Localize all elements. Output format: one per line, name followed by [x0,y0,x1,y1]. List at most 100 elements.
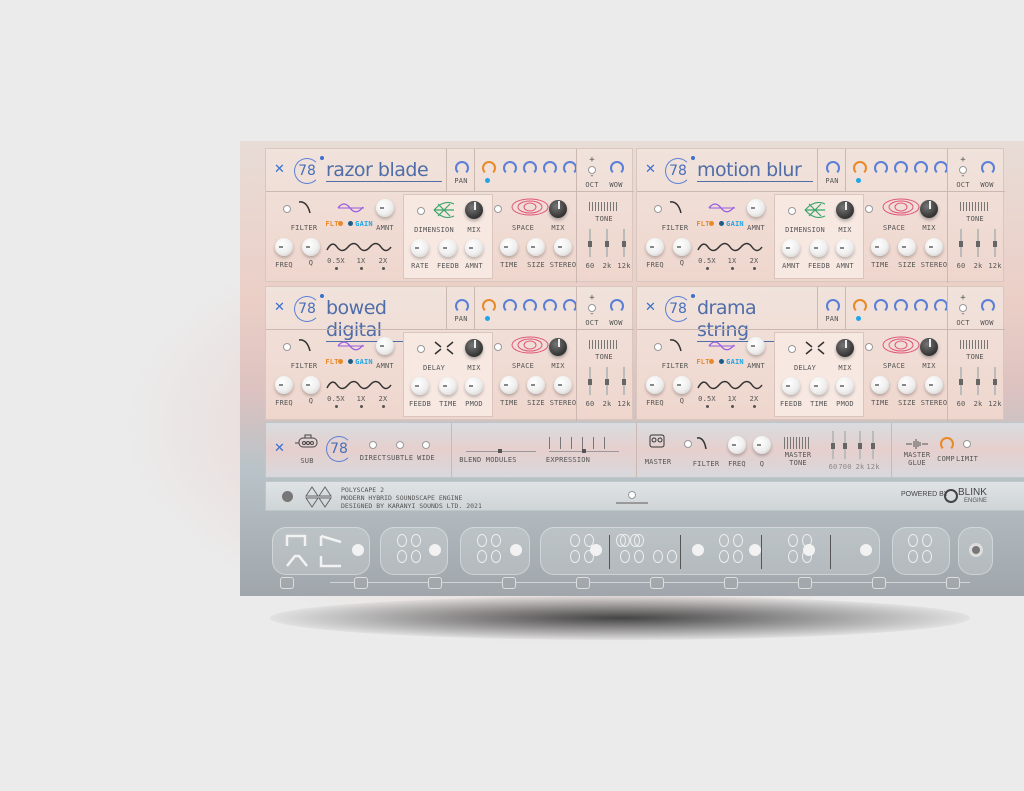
remove-module-button[interactable]: ✕ [645,300,656,315]
mod-knob-3[interactable] [894,299,908,313]
mod-knob-5[interactable] [563,299,577,313]
filter-toggle[interactable] [654,205,662,213]
routing-port[interactable] [411,550,421,563]
eq-slider[interactable] [871,431,875,459]
sub-voice-badge[interactable]: 78 [326,436,352,462]
mod-knob-3[interactable] [894,161,908,175]
routing-port[interactable] [570,550,580,563]
mod-knob-4[interactable] [914,299,928,313]
voice-count-badge[interactable]: 78 [665,296,691,322]
rate-option[interactable]: 0.5X [327,257,345,265]
routing-port[interactable] [922,534,932,547]
routing-port[interactable] [733,534,743,547]
fx-b-mix-knob[interactable] [549,338,567,356]
rate-option[interactable]: 2X [379,395,388,403]
fx-b-knob[interactable] [871,238,889,256]
flt-label[interactable]: FLT [696,358,709,366]
remove-module-button[interactable]: ✕ [274,162,285,177]
filter-toggle[interactable] [654,343,662,351]
gain-label[interactable]: GAIN [726,220,744,228]
tone-slider[interactable] [588,229,592,257]
voice-count-badge[interactable]: 78 [665,158,691,184]
routing-port[interactable] [667,550,677,563]
routing-node[interactable] [749,544,761,556]
routing-port[interactable] [908,534,918,547]
fx-b-knob[interactable] [554,376,572,394]
routing-node[interactable] [429,544,441,556]
freq-knob[interactable] [275,238,293,256]
mode-radio[interactable] [369,441,377,449]
mod-knob-1[interactable] [853,161,867,175]
routing-node[interactable] [510,544,522,556]
fx-a-knob[interactable] [439,239,457,257]
routing-slot-5[interactable] [892,527,950,575]
mod-knob-2[interactable] [503,299,517,313]
routing-port[interactable] [653,550,663,563]
module-name[interactable]: razor blade [326,159,442,182]
mod-knob-1[interactable] [482,161,496,175]
mod-knob-4[interactable] [914,161,928,175]
rate-option[interactable]: 0.5X [327,395,345,403]
output-node[interactable] [969,543,983,557]
fx-a-mix-knob[interactable] [465,201,483,219]
pan-knob[interactable] [826,299,840,313]
mod-knob-5[interactable] [934,161,948,175]
fx-b-knob[interactable] [898,376,916,394]
routing-port[interactable] [719,534,729,547]
routing-port[interactable] [719,550,729,563]
remove-module-button[interactable]: ✕ [274,300,285,315]
mod-knob-5[interactable] [934,299,948,313]
gain-label[interactable]: GAIN [355,220,373,228]
freq-knob[interactable] [646,376,664,394]
amount-knob[interactable] [747,337,765,355]
wow-knob[interactable] [610,299,624,313]
fx-b-knob[interactable] [898,238,916,256]
tone-slider[interactable] [588,367,592,395]
fx-a-knob[interactable] [836,377,854,395]
routing-port[interactable] [616,534,626,547]
fx-a-knob[interactable] [465,377,483,395]
rate-option[interactable]: 2X [379,257,388,265]
routing-node[interactable] [803,544,815,556]
center-indicator[interactable] [628,491,636,499]
routing-port[interactable] [477,550,487,563]
routing-port[interactable] [491,550,501,563]
tone-slider[interactable] [605,229,609,257]
filter-toggle[interactable] [283,205,291,213]
remove-sub-button[interactable]: ✕ [274,441,285,456]
fx-b-mix-knob[interactable] [549,200,567,218]
eq-slider[interactable] [831,431,835,459]
fx-a-toggle[interactable] [417,207,425,215]
flt-label[interactable]: FLT [325,358,338,366]
tone-slider[interactable] [959,367,963,395]
routing-node[interactable] [590,544,602,556]
eq-slider[interactable] [858,431,862,459]
routing-port[interactable] [788,550,798,563]
fx-a-toggle[interactable] [417,345,425,353]
fx-b-toggle[interactable] [494,343,502,351]
expression-handle[interactable] [582,449,586,453]
mode-label[interactable]: WIDE [417,454,435,462]
rate-option[interactable]: 2X [750,257,759,265]
mode-radio[interactable] [396,441,404,449]
amount-knob[interactable] [376,337,394,355]
oct-plus[interactable]: + [960,155,966,165]
fx-b-knob[interactable] [925,238,943,256]
wow-knob[interactable] [981,161,995,175]
mod-knob-3[interactable] [523,161,537,175]
flt-label[interactable]: FLT [696,220,709,228]
fx-a-toggle[interactable] [788,207,796,215]
routing-node[interactable] [860,544,872,556]
routing-port[interactable] [620,550,630,563]
routing-port[interactable] [570,534,580,547]
fx-a-mix-knob[interactable] [465,339,483,357]
mod-knob-4[interactable] [543,299,557,313]
tone-slider[interactable] [622,229,626,257]
mode-label[interactable]: SUBTLE [387,454,414,462]
freq-knob[interactable] [275,376,293,394]
q-knob[interactable] [673,376,691,394]
mod-knob-2[interactable] [874,299,888,313]
rate-option[interactable]: 1X [357,257,366,265]
fx-b-knob[interactable] [925,376,943,394]
oct-plus[interactable]: + [960,293,966,303]
